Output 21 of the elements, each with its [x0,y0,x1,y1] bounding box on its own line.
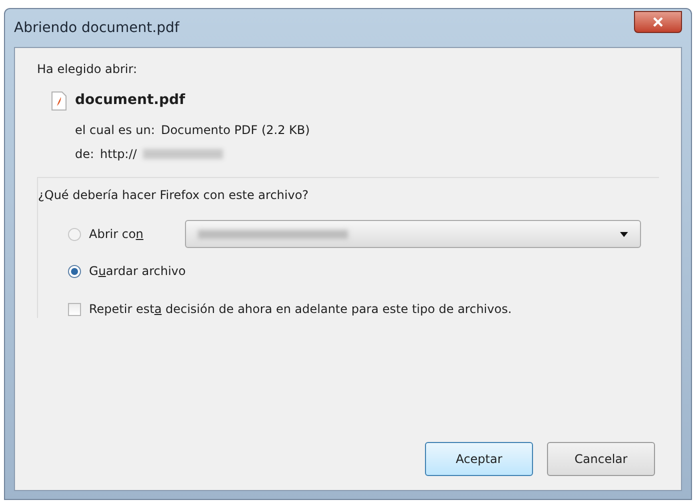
pdf-file-icon [51,90,67,110]
radio-button[interactable] [68,264,81,278]
option-label: Abrir con [89,226,144,243]
remember-label: Repetir esta decisión de ahora en adelante para este tipo de archivos. [89,301,512,318]
dropdown-arrow-icon [620,232,628,236]
dialog-button[interactable]: Cancelar [547,442,655,476]
type-label: el cual es un: [75,122,155,139]
application-dropdown[interactable] [185,220,641,248]
file-name: document.pdf [75,91,186,110]
option-label: Guardar archivo [89,263,186,280]
question-text: ¿Qué debería hacer Firefox con este archivo? [38,187,310,204]
source-value: http:// [100,146,137,163]
remember-checkbox[interactable] [68,302,81,316]
close-icon [653,17,663,27]
source-label: de: [75,146,94,163]
radio-button[interactable] [68,228,81,240]
window-title: Abriendo document.pdf [14,18,180,38]
close-button[interactable] [634,11,682,33]
type-value: Documento PDF (2.2 KB) [160,122,310,139]
dialog-button[interactable]: Aceptar [425,442,533,476]
intro-text: Ha elegido abrir: [37,61,138,78]
